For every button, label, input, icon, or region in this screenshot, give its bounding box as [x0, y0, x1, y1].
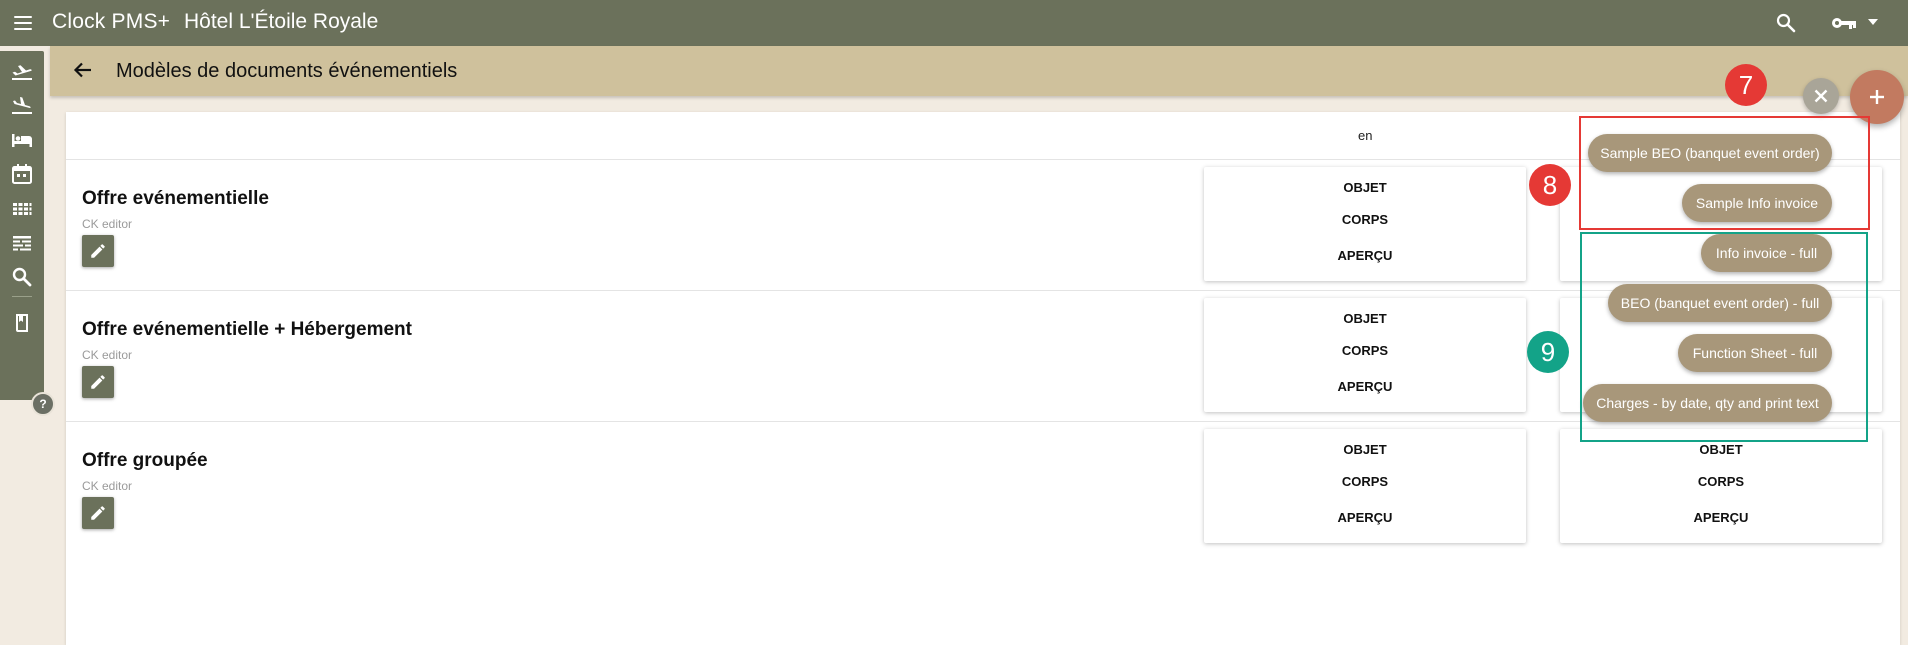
search-icon[interactable] [1774, 11, 1798, 35]
body-button[interactable]: CORPS [1560, 474, 1882, 489]
annotation-box-red [1579, 116, 1870, 230]
annotation-badge: 7 [1725, 64, 1767, 106]
preview-button[interactable]: APERÇU [1560, 510, 1882, 525]
edit-button[interactable] [82, 366, 114, 398]
annotation-badge: 9 [1527, 331, 1569, 373]
row-editor-type: CK editor [82, 479, 133, 493]
annotation-badge: 8 [1529, 164, 1571, 206]
app-title: Clock PMS+ [52, 10, 171, 33]
calendar-icon[interactable] [10, 162, 34, 186]
subject-button[interactable]: OBJET [1560, 442, 1882, 457]
row-editor-type: CK editor [82, 348, 133, 362]
body-button[interactable]: CORPS [1204, 474, 1526, 489]
row-title: Offre evénementielle [82, 188, 269, 209]
subject-button[interactable]: OBJET [1204, 180, 1526, 195]
row-editor-type: CK editor [82, 217, 133, 231]
grid-icon[interactable] [10, 197, 34, 221]
edit-button[interactable] [82, 235, 114, 267]
template-card-en: OBJET CORPS APERÇU [1204, 298, 1526, 412]
subject-button[interactable]: OBJET [1204, 311, 1526, 326]
key-icon[interactable] [1830, 11, 1858, 35]
table-icon[interactable] [10, 231, 34, 255]
close-icon [1814, 89, 1828, 103]
page-title: Modèles de documents événementiels [116, 60, 458, 82]
annotation-box-green [1580, 232, 1868, 442]
back-arrow-icon[interactable] [72, 59, 94, 81]
book-icon[interactable] [10, 311, 34, 335]
preview-button[interactable]: APERÇU [1204, 510, 1526, 525]
body-button[interactable]: CORPS [1204, 212, 1526, 227]
search-icon[interactable] [10, 265, 34, 289]
subject-button[interactable]: OBJET [1204, 442, 1526, 457]
template-card-en: OBJET CORPS APERÇU [1204, 429, 1526, 543]
chevron-down-icon[interactable] [1866, 15, 1880, 29]
sidebar-divider [12, 296, 32, 297]
flight-land-icon[interactable] [10, 93, 34, 117]
body-button[interactable]: CORPS [1204, 343, 1526, 358]
flight-takeoff-icon[interactable] [10, 59, 34, 83]
menu-icon[interactable] [11, 11, 35, 35]
bed-icon[interactable] [10, 128, 34, 152]
row-title: Offre evénementielle + Hébergement [82, 319, 412, 340]
preview-button[interactable]: APERÇU [1204, 248, 1526, 263]
edit-button[interactable] [82, 497, 114, 529]
help-icon[interactable]: ? [31, 392, 55, 416]
row-title: Offre groupée [82, 450, 208, 471]
template-card-second-lang: OBJET CORPS APERÇU [1560, 429, 1882, 543]
pencil-icon [91, 244, 105, 258]
pencil-icon [91, 375, 105, 389]
sidebar [0, 51, 44, 400]
hotel-name: Hôtel L'Étoile Royale [184, 10, 379, 33]
template-card-en: OBJET CORPS APERÇU [1204, 167, 1526, 281]
top-app-bar: Clock PMS+ Hôtel L'Étoile Royale [0, 0, 1908, 46]
column-header-lang: en [1358, 128, 1373, 143]
pencil-icon [91, 506, 105, 520]
preview-button[interactable]: APERÇU [1204, 379, 1526, 394]
close-speed-dial-button[interactable] [1803, 78, 1839, 114]
